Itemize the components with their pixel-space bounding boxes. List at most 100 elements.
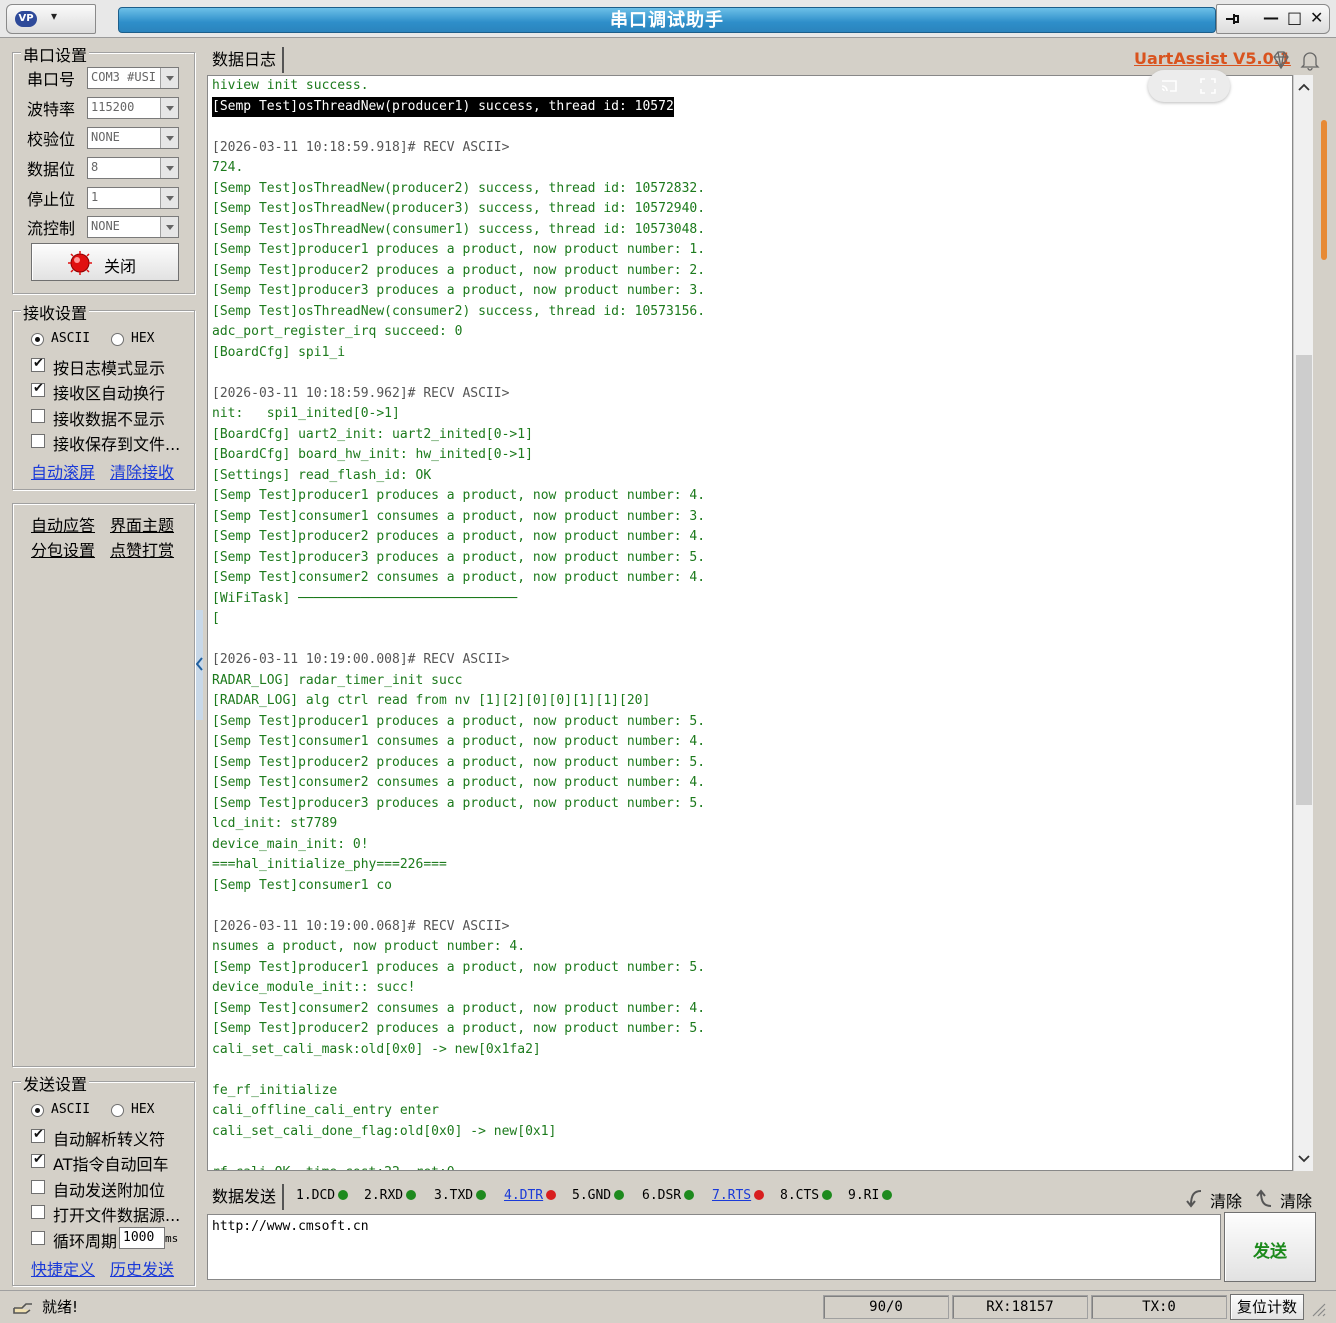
chevron-down-icon[interactable] <box>160 128 178 148</box>
signal-led-icon <box>476 1190 487 1200</box>
receive-hex-radio[interactable] <box>111 333 124 346</box>
receive-settings-group: 接收设置 ASCII HEX 按日志模式显示 接收区自动换行 接收数据不显示 接… <box>12 300 195 490</box>
cycle-input[interactable]: 1000 <box>119 1227 165 1249</box>
close-port-button[interactable]: 关闭 <box>31 243 179 281</box>
packet-settings-link[interactable]: 分包设置 <box>31 537 95 561</box>
diamond-icon[interactable] <box>1270 50 1292 70</box>
clear-send-button[interactable]: 清除 <box>1280 1188 1312 1212</box>
clear-receive-button[interactable]: 清除 <box>1210 1188 1242 1212</box>
parity-value: NONE <box>91 130 120 144</box>
resize-grip-icon[interactable] <box>1310 1301 1326 1317</box>
file-source-checkbox[interactable] <box>31 1205 45 1219</box>
port-select[interactable]: COM3 #USI <box>87 67 179 89</box>
chevron-down-icon[interactable] <box>160 217 178 237</box>
autoscroll-link[interactable]: 自动滚屏 <box>31 459 95 483</box>
chevron-down-icon[interactable] <box>160 158 178 178</box>
signal-led-icon <box>338 1190 349 1200</box>
send-input[interactable]: http://www.cmsoft.cn <box>207 1214 1221 1280</box>
databits-select[interactable]: 8 <box>87 157 179 179</box>
at-crlf-checkbox[interactable] <box>31 1152 45 1168</box>
log-line: rf_cali OK, time cost:22, ret:0 <box>212 1163 705 1171</box>
chevron-down-icon[interactable] <box>1298 1155 1310 1163</box>
stopbits-select[interactable]: 1 <box>87 187 179 209</box>
log-line: ===hal_initialize_phy===226=== <box>212 855 705 876</box>
send-button[interactable]: 发送 <box>1224 1212 1316 1282</box>
log-line: [Semp Test]osThreadNew(producer1) succes… <box>212 96 705 117</box>
save-to-file-checkbox[interactable] <box>31 434 45 448</box>
signal-rts[interactable]: 7.RTS <box>712 1188 765 1203</box>
tip-link[interactable]: 点赞打赏 <box>110 537 174 561</box>
receive-log[interactable]: hiview init success. [Semp Test]osThreadN… <box>207 75 1293 1171</box>
send-hex-radio[interactable] <box>111 1104 124 1117</box>
chevron-down-icon[interactable] <box>160 98 178 118</box>
minimize-button[interactable]: — <box>1263 8 1279 27</box>
brand-link[interactable]: UartAssist V5.0.1 <box>1134 49 1291 68</box>
log-text: cali_set_cali_mask:old[0x0] -> new[0x1fa… <box>212 1041 541 1057</box>
send-tab-bar: 数据发送 1.DCD 2.RXD 3.TXD 4.DTR 5.GND 6.DSR 7.RTS… <box>202 1184 1328 1212</box>
floating-toolbar <box>1148 70 1230 102</box>
autowrap-checkbox[interactable] <box>31 381 45 397</box>
bell-icon[interactable] <box>1298 49 1322 71</box>
cast-icon[interactable] <box>1160 78 1178 94</box>
log-text: [Settings] read_flash_id: OK <box>212 467 432 483</box>
chevron-up-icon[interactable] <box>1298 83 1310 91</box>
log-scrollbar-thumb[interactable] <box>1296 355 1312 805</box>
panel-splitter[interactable] <box>196 610 203 720</box>
pin-icon[interactable] <box>1223 10 1241 28</box>
app-menu-button[interactable]: VP ▾ <box>6 4 96 34</box>
log-line: [2026-03-11 10:18:59.918]# RECV ASCII> <box>212 138 705 159</box>
log-text: [Semp Test]consumer1 co <box>212 877 393 893</box>
log-text: cali_set_cali_done_flag:old[0x0] -> new[… <box>212 1123 557 1139</box>
parity-select[interactable]: NONE <box>87 127 179 149</box>
chevron-left-icon[interactable] <box>196 657 203 671</box>
arrow-down-left-icon[interactable] <box>1186 1188 1204 1208</box>
log-line: [Semp Test]consumer2 consumes a product,… <box>212 568 705 589</box>
flow-select[interactable]: NONE <box>87 216 179 238</box>
close-window-button[interactable]: ✕ <box>1310 8 1323 27</box>
send-ascii-radio[interactable] <box>31 1104 44 1117</box>
log-text: RADAR_LOG] radar_timer_init succ <box>212 672 463 688</box>
log-text: [WiFiTask] ──────────────────────────── <box>212 590 518 606</box>
hide-received-checkbox[interactable] <box>31 409 45 423</box>
log-text: [Semp Test]producer3 produces a product,… <box>212 283 706 298</box>
signal-dtr[interactable]: 4.DTR <box>504 1188 557 1203</box>
log-line: [Semp Test]producer2 produces a product,… <box>212 1019 705 1040</box>
title-strip: 串口调试助手 <box>118 7 1216 33</box>
checksum-checkbox[interactable] <box>31 1180 45 1194</box>
tab-data-log[interactable]: 数据日志 <box>206 47 285 73</box>
escape-checkbox[interactable] <box>31 1127 45 1143</box>
log-line: [ <box>212 609 705 630</box>
log-text: fe_rf_initialize <box>212 1082 338 1098</box>
log-text: 724. <box>212 160 244 175</box>
signal-label[interactable]: 4.DTR <box>504 1188 543 1203</box>
shortcut-link[interactable]: 快捷定义 <box>31 1256 95 1280</box>
log-line: [Semp Test]osThreadNew(producer3) succes… <box>212 199 705 220</box>
log-text: device_module_init:: succ! <box>212 980 416 995</box>
log-line: [Semp Test]producer1 produces a product,… <box>212 712 705 733</box>
chevron-down-icon[interactable] <box>160 68 178 88</box>
signal-gnd: 5.GND <box>572 1188 625 1203</box>
log-mode-checkbox[interactable] <box>31 356 45 372</box>
history-link[interactable]: 历史发送 <box>110 1256 174 1280</box>
signal-label[interactable]: 7.RTS <box>712 1188 751 1203</box>
receive-ascii-radio[interactable] <box>31 333 44 346</box>
tab-data-send[interactable]: 数据发送 <box>206 1184 285 1210</box>
theme-link[interactable]: 界面主题 <box>110 512 174 536</box>
cycle-checkbox[interactable] <box>31 1231 45 1245</box>
log-scrollbar[interactable] <box>1293 75 1313 1171</box>
chevron-down-icon[interactable] <box>160 188 178 208</box>
auto-reply-link[interactable]: 自动应答 <box>31 512 95 536</box>
line-count: 90/0 <box>823 1295 949 1319</box>
log-text: [Semp Test]producer2 produces a product,… <box>212 754 706 770</box>
arrow-up-left-icon[interactable] <box>1256 1188 1274 1208</box>
fullscreen-icon[interactable] <box>1200 78 1216 94</box>
reset-count-button[interactable]: 复位计数 <box>1230 1294 1304 1320</box>
flow-label: 流控制 <box>27 219 76 238</box>
baud-select[interactable]: 115200 <box>87 97 179 119</box>
log-text: nsumes a product, now product number: 4. <box>212 939 526 954</box>
clear-receive-link[interactable]: 清除接收 <box>110 459 174 483</box>
cycle-unit: ms <box>165 1232 179 1245</box>
maximize-button[interactable]: □ <box>1287 8 1302 27</box>
log-timestamp-header: [2026-03-11 10:19:00.008]# RECV ASCII> <box>212 652 510 667</box>
